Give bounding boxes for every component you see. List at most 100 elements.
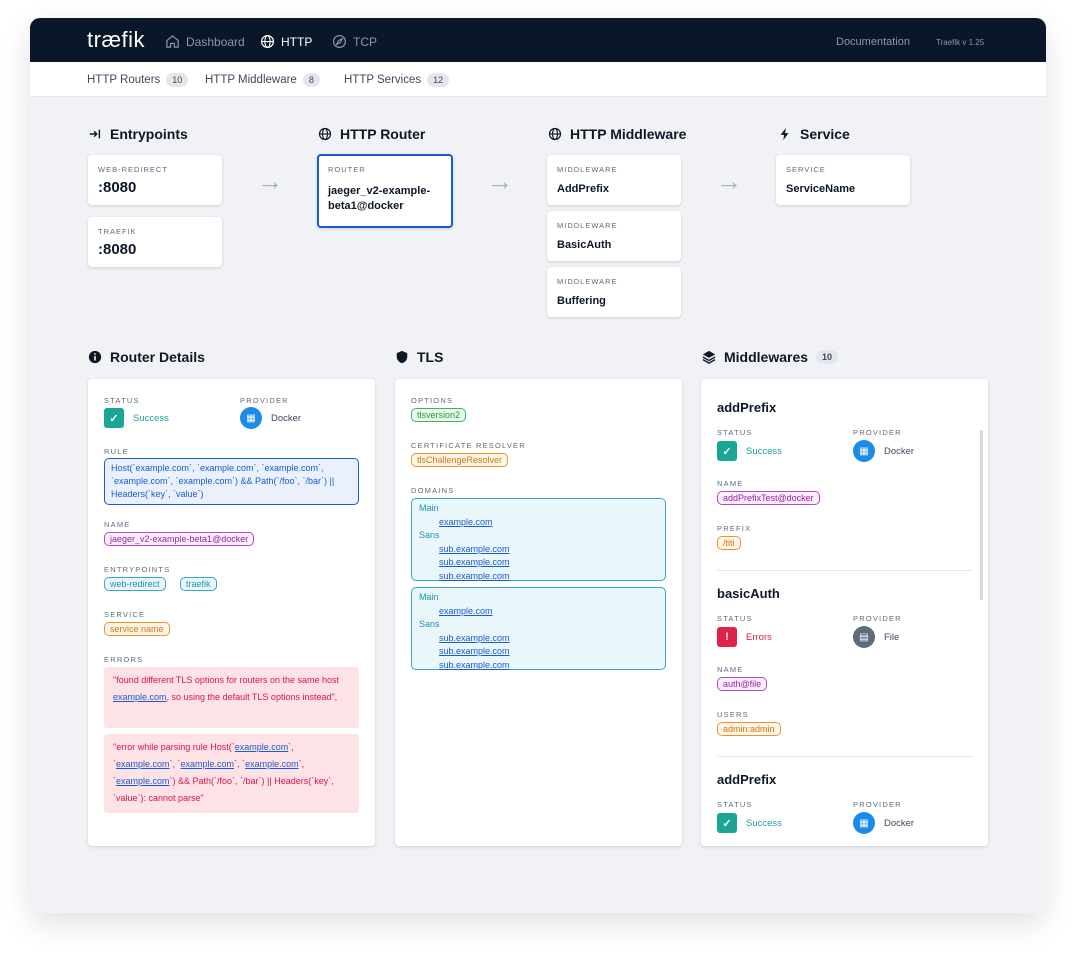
field-label: STATUS	[104, 396, 140, 405]
domain-link[interactable]: sub.example.com	[419, 645, 658, 659]
login-icon	[89, 129, 101, 139]
tab-http-routers[interactable]: HTTP Routers 10	[87, 73, 189, 87]
scrollbar[interactable]	[980, 430, 983, 600]
entrypoint-card[interactable]: WEB-REDIRECT :8080	[88, 155, 222, 205]
domain-link[interactable]: example.com	[419, 605, 658, 619]
home-icon	[166, 35, 179, 48]
error-link[interactable]: example.com	[181, 759, 235, 769]
entrypoint-card[interactable]: TRAEFIK :8080	[88, 217, 222, 267]
middleware-card[interactable]: MIDDLEWARE Buffering	[547, 267, 681, 317]
docker-icon: ▦	[240, 407, 262, 429]
service-chip: service name	[104, 622, 170, 636]
section-label: Middlewares	[724, 349, 809, 365]
globe-icon	[260, 34, 275, 49]
error-message: "error while parsing rule Host(`example.…	[104, 734, 359, 813]
name-chip: jaeger_v2-example-beta1@docker	[104, 532, 255, 546]
nav-http[interactable]: HTTP	[260, 34, 312, 49]
error-text: "found different TLS options for routers…	[113, 675, 339, 685]
arrow-right-icon: →	[716, 166, 742, 196]
middlewares-panel[interactable]: addPrefix STATUS ✓ Success PROVIDER ▦ Do…	[701, 379, 988, 846]
error-link[interactable]: example.com	[245, 759, 299, 769]
provider-badge: ▦ Docker	[853, 440, 914, 462]
card-label: MIDDLEWARE	[557, 221, 618, 230]
error-text: "error while parsing rule Host(`	[113, 742, 235, 752]
field-label: STATUS	[717, 428, 753, 437]
domain-link[interactable]: sub.example.com	[419, 543, 658, 557]
service-card[interactable]: SERVICE ServiceName	[776, 155, 910, 205]
card-value: BasicAuth	[557, 239, 612, 251]
status-text: Success	[746, 817, 782, 829]
count-badge: 12	[427, 73, 450, 87]
domain-link[interactable]: example.com	[419, 516, 658, 530]
error-link[interactable]: example.com	[113, 692, 167, 702]
traefik-logo[interactable]: træfik	[87, 27, 145, 53]
field-label: STATUS	[717, 800, 753, 809]
error-link[interactable]: example.com	[235, 742, 289, 752]
version-label: Traefik v 1.25	[936, 38, 985, 47]
nav-dashboard[interactable]: Dashboard	[165, 34, 245, 49]
layers-icon	[702, 350, 716, 364]
name-chip: auth@file	[717, 677, 768, 691]
field-label: PROVIDER	[853, 614, 902, 623]
entrypoint-chip: web-redirect	[104, 577, 166, 591]
divider	[717, 756, 972, 757]
error-text: , so using the default TLS options inste…	[166, 692, 338, 702]
domain-link[interactable]: sub.example.com	[419, 556, 658, 570]
app-window: træfik Dashboard HTTP TCP Documentation …	[30, 18, 1046, 913]
arrow-right-icon: →	[487, 166, 513, 196]
tab-label: HTTP Middleware	[205, 74, 297, 86]
provider-badge: ▦ Docker	[853, 812, 914, 834]
provider-text: File	[884, 631, 900, 643]
resolver-chip: tlsChallengeResolver	[411, 453, 509, 467]
router-card[interactable]: ROUTER jaeger_v2-example-beta1@docker	[317, 154, 453, 228]
main-label: Main	[419, 503, 439, 513]
provider-badge: ▦ Docker	[240, 407, 301, 429]
middleware-card[interactable]: MIDDLEWARE BasicAuth	[547, 211, 681, 261]
field-label: NAME	[104, 520, 131, 529]
section-label: Entrypoints	[110, 126, 188, 142]
error-link[interactable]: example.com	[116, 759, 170, 769]
documentation-link[interactable]: Documentation	[836, 36, 910, 48]
count-badge: 10	[816, 350, 839, 364]
nav-tcp-label: TCP	[353, 34, 377, 49]
tls-panel: OPTIONS tlsversion2 CERTIFICATE RESOLVER…	[395, 379, 682, 846]
middleware-card[interactable]: MIDDLEWARE AddPrefix	[547, 155, 681, 205]
field-label: STATUS	[717, 614, 753, 623]
field-label: DOMAINS	[411, 486, 455, 495]
check-icon: ✓	[717, 813, 737, 833]
error-message: "found different TLS options for routers…	[104, 667, 359, 728]
lightning-icon	[780, 127, 789, 141]
domain-link[interactable]: sub.example.com	[419, 570, 658, 584]
section-label: HTTP Middleware	[570, 126, 687, 142]
provider-text: Docker	[271, 412, 302, 424]
card-label: WEB-REDIRECT	[98, 165, 168, 174]
error-text: `, `	[169, 759, 181, 769]
status-text: Success	[133, 412, 169, 424]
name-chip: addPrefixTest@docker	[717, 491, 820, 505]
count-badge: 10	[166, 73, 189, 87]
file-icon: ▤	[853, 626, 875, 648]
section-label: Router Details	[110, 349, 205, 365]
domain-link[interactable]: sub.example.com	[419, 659, 658, 673]
globe-icon	[548, 127, 562, 141]
field-label: CERTIFICATE RESOLVER	[411, 441, 526, 450]
domain-link[interactable]: sub.example.com	[419, 632, 658, 646]
status-text: Errors	[746, 631, 772, 643]
entrypoint-chip: traefik	[180, 577, 217, 591]
status-badge: ✓ Success	[717, 441, 782, 461]
error-link[interactable]: example.com	[116, 776, 170, 786]
router-details-title: Router Details	[88, 349, 205, 365]
tab-http-services[interactable]: HTTP Services 12	[344, 73, 450, 87]
docker-icon: ▦	[853, 440, 875, 462]
middlewares-title: Middlewares 10	[702, 349, 839, 365]
nav-tcp[interactable]: TCP	[332, 34, 377, 49]
router-details-panel: STATUS ✓ Success PROVIDER ▦ Docker RULE …	[88, 379, 375, 846]
field-label: ERRORS	[104, 655, 144, 664]
service-title: Service	[778, 126, 850, 142]
card-value: jaeger_v2-example-beta1@docker	[328, 185, 431, 212]
top-navbar: træfik Dashboard HTTP TCP Documentation …	[30, 18, 1046, 62]
provider-text: Docker	[884, 445, 915, 457]
card-value: :8080	[98, 241, 137, 258]
section-label: TLS	[417, 349, 444, 365]
tab-http-middleware[interactable]: HTTP Middleware 8	[205, 73, 320, 87]
